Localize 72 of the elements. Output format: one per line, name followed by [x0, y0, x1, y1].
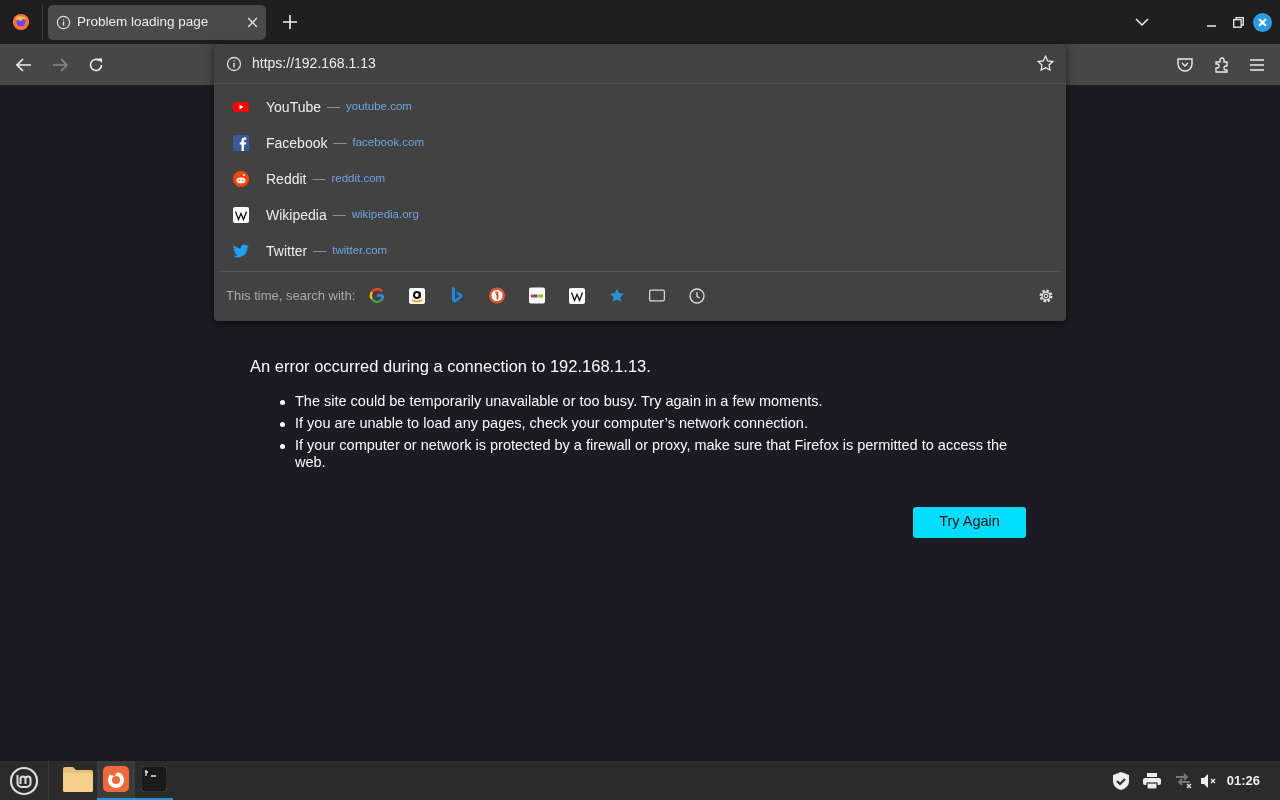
suggestion-url: youtube.com — [346, 99, 412, 115]
star-icon[interactable] — [1037, 55, 1054, 72]
mint-logo-icon[interactable] — [9, 765, 39, 796]
g-logo-icon[interactable] — [369, 287, 386, 304]
bing-logo-icon[interactable] — [451, 287, 464, 304]
settings-icon[interactable] — [1038, 287, 1054, 304]
f-logo-icon — [233, 135, 249, 151]
network-disconnected-icon[interactable] — [1174, 772, 1193, 789]
bullet-text: If you are unable to load any pages, check your computer’s network connection. — [295, 414, 808, 432]
menu-icon[interactable] — [1250, 58, 1264, 71]
dash: — — [313, 242, 327, 261]
suggestion-title: YouTube — [266, 97, 321, 117]
info-icon[interactable] — [226, 55, 242, 72]
suggestion-title: Twitter — [266, 241, 308, 261]
dash: — — [332, 206, 346, 225]
suggestion-row[interactable]: Reddit — reddit.com — [216, 161, 1064, 197]
clock[interactable]: 01:26 — [1226, 770, 1260, 791]
chevron-down-icon[interactable] — [1135, 17, 1149, 27]
bullet-text: If your computer or network is protected by a firewall or proxy, make sure that Firefox is permitted to access the web. — [295, 436, 1009, 471]
alien-icon — [233, 171, 249, 187]
suggestion-title: Facebook — [266, 133, 328, 153]
volume-muted-icon[interactable] — [1200, 773, 1217, 788]
suggestion-url: wikipedia.org — [351, 207, 419, 223]
w-logo-icon — [569, 287, 586, 304]
firefox-icon[interactable] — [103, 766, 129, 792]
browser-tab[interactable]: Problem loading page — [48, 4, 266, 40]
puzzle-icon[interactable] — [1214, 56, 1230, 73]
suggestion-row[interactable]: Facebook — facebook.com — [216, 125, 1064, 161]
w-logo-icon — [233, 207, 249, 223]
back-icon[interactable] — [16, 57, 32, 72]
new-tab-icon[interactable] — [283, 15, 297, 29]
suggestion-title: Reddit — [266, 169, 307, 189]
play-icon — [233, 99, 249, 115]
clock-icon[interactable] — [689, 287, 706, 304]
folder-icon[interactable] — [63, 766, 93, 792]
bullet-icon — [280, 443, 285, 449]
dash: — — [327, 98, 340, 117]
duck-logo-icon[interactable] — [489, 287, 506, 304]
taskbar-button[interactable] — [97, 760, 135, 800]
bullet-icon — [280, 399, 285, 405]
terminal-icon[interactable] — [141, 766, 167, 792]
shield-icon[interactable] — [1111, 770, 1130, 791]
bullet-icon — [280, 421, 285, 427]
tab-icon[interactable] — [649, 289, 666, 302]
close-icon[interactable] — [1253, 12, 1272, 32]
url-text: https://192.168.1.13 — [252, 54, 377, 73]
close-icon[interactable] — [247, 16, 258, 28]
pocket-icon[interactable] — [1177, 57, 1193, 72]
suggestion-url: reddit.com — [331, 171, 386, 187]
firefox-icon[interactable] — [12, 13, 30, 31]
star-icon[interactable] — [609, 287, 626, 304]
ebay-logo-icon[interactable] — [529, 287, 546, 304]
search-with-label: This time, search with: — [226, 286, 356, 305]
restore-icon[interactable] — [1233, 16, 1244, 28]
try-again-button[interactable]: Try Again — [913, 506, 1026, 538]
printer-icon[interactable] — [1142, 772, 1161, 789]
reload-icon[interactable] — [88, 56, 104, 73]
info-icon — [56, 14, 71, 30]
suggestion-row[interactable]: Twitter — twitter.com — [216, 233, 1064, 269]
bird-icon — [233, 244, 249, 258]
suggestion-row[interactable]: Wikipedia — wikipedia.org — [216, 197, 1064, 233]
suggestion-title: Wikipedia — [266, 205, 327, 225]
amazon-logo-icon[interactable] — [409, 287, 426, 304]
suggestion-url: twitter.com — [332, 243, 388, 259]
tab-title: Problem loading page — [77, 12, 210, 31]
error-message: An error occurred during a connection to 192.168.1.13. — [250, 356, 651, 377]
dash: — — [333, 134, 347, 153]
forward-icon[interactable] — [52, 57, 68, 72]
bullet-text: The site could be temporarily unavailable or too busy. Try again in a few moments. — [295, 392, 823, 410]
dash: — — [312, 170, 326, 189]
suggestion-row[interactable]: YouTube — youtube.com — [216, 89, 1064, 125]
suggestion-url: facebook.com — [352, 135, 425, 151]
